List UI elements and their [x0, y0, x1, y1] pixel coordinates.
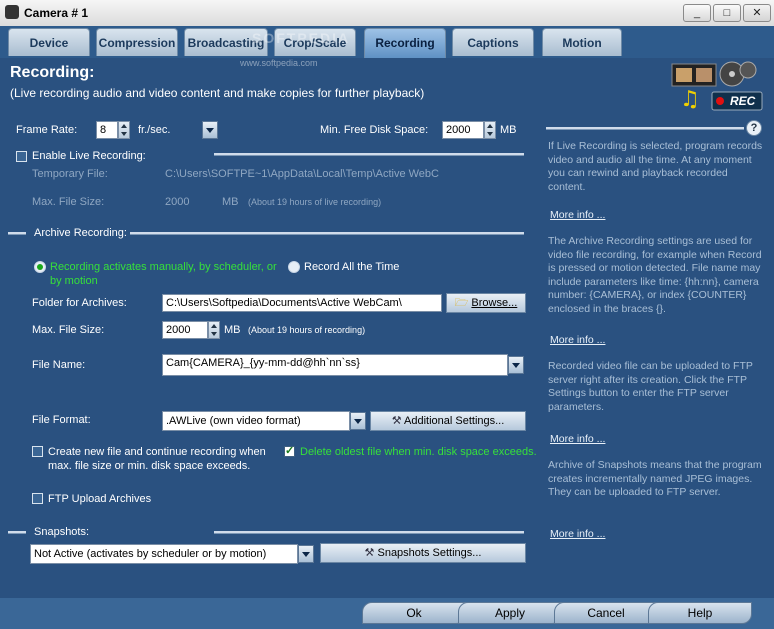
help-text-ftp: Recorded video file can be uploaded to F… — [548, 360, 753, 413]
temp-file-input[interactable]: C:\Users\SOFTPE~1\AppData\Local\Temp\Act… — [162, 166, 452, 184]
frame-rate-dropdown[interactable] — [202, 121, 218, 139]
file-format-dropdown[interactable] — [350, 412, 366, 430]
radio-record-all-label: Record All the Time — [304, 261, 400, 273]
disk-space-spinner[interactable] — [484, 121, 496, 139]
apply-button[interactable]: Apply — [458, 602, 562, 624]
watermark-url: www.softpedia.com — [240, 58, 318, 68]
radio-record-all[interactable] — [288, 261, 300, 273]
archive-max-size-spinner[interactable] — [208, 321, 220, 339]
close-button[interactable]: ✕ — [743, 4, 771, 22]
folder-label: Folder for Archives: — [32, 297, 127, 309]
tab-compression[interactable]: Compression — [96, 28, 178, 56]
live-max-size-label: Max. File Size: — [32, 196, 105, 208]
ftp-upload-checkbox[interactable] — [32, 493, 43, 504]
page-title: Recording: — [10, 64, 95, 81]
tab-device[interactable]: Device — [8, 28, 90, 56]
enable-live-checkbox[interactable] — [16, 151, 27, 162]
additional-settings-label: Additional Settings... — [404, 415, 505, 427]
tab-motion[interactable]: Motion — [542, 28, 622, 56]
button-bar: Ok Apply Cancel Help — [0, 598, 774, 629]
more-info-link-ftp[interactable]: More info ... — [550, 433, 605, 445]
radio-manual-label: Recording activates manually, by schedul… — [50, 261, 277, 273]
live-divider — [214, 153, 524, 156]
radio-manual-recording[interactable] — [34, 261, 46, 273]
temp-file-label: Temporary File: — [32, 168, 108, 180]
additional-settings-button[interactable]: ⚒ Additional Settings... — [370, 411, 526, 431]
help-text-snapshots: Archive of Snapshots means that the prog… — [548, 459, 762, 498]
browse-button[interactable]: 🗁 Browse... — [446, 293, 526, 313]
svg-text:♫: ♫ — [680, 87, 700, 112]
delete-oldest-checkbox[interactable] — [284, 444, 295, 457]
filename-dropdown[interactable] — [508, 356, 524, 374]
frame-rate-label: Frame Rate: — [16, 124, 78, 136]
recording-logo: ♫ REC — [670, 58, 764, 114]
disk-space-label: Min. Free Disk Space: — [320, 124, 429, 136]
minimize-button[interactable]: _ — [683, 4, 711, 22]
live-max-size-input[interactable]: 2000 — [162, 194, 202, 212]
tools-icon: ⚒ — [364, 547, 375, 559]
more-info-link-snapshots[interactable]: More info ... — [550, 528, 605, 540]
frame-rate-input[interactable]: 8 — [96, 121, 118, 139]
live-max-size-unit: MB — [222, 196, 239, 208]
folder-input[interactable]: C:\Users\Softpedia\Documents\Active WebC… — [162, 294, 442, 312]
snapshots-settings-button[interactable]: ⚒ Snapshots Settings... — [320, 543, 526, 563]
ok-button[interactable]: Ok — [362, 602, 466, 624]
live-max-size-note: (About 19 hours of live recording) — [248, 197, 382, 207]
archive-section-label: Archive Recording: — [34, 227, 127, 239]
tab-captions[interactable]: Captions — [452, 28, 534, 56]
more-info-link-archive[interactable]: More info ... — [550, 334, 605, 346]
archive-max-size-input[interactable]: 2000 — [162, 321, 208, 339]
create-new-file-checkbox[interactable] — [32, 446, 43, 457]
snapshots-settings-label: Snapshots Settings... — [377, 547, 482, 559]
camera-app-icon — [5, 5, 19, 19]
cancel-button[interactable]: Cancel — [554, 602, 658, 624]
snapshots-mode-select[interactable]: Not Active (activates by scheduler or by… — [30, 544, 298, 564]
delete-oldest-label: Delete oldest file when min. disk space … — [300, 446, 537, 458]
archive-max-size-note: (About 19 hours of recording) — [248, 325, 366, 335]
folder-icon: 🗁 — [454, 297, 469, 309]
file-format-label: File Format: — [32, 414, 91, 426]
disk-space-unit: MB — [500, 124, 517, 136]
watermark-text: SOFTPEDIA — [252, 30, 351, 46]
page-subtitle: (Live recording audio and video content … — [10, 86, 425, 100]
window-title: Camera # 1 — [24, 6, 89, 20]
help-panel: If Live Recording is selected, program r… — [542, 118, 768, 552]
snapshots-divider-left — [8, 531, 26, 534]
filename-label: File Name: — [32, 359, 86, 371]
frame-rate-unit: fr./sec. — [138, 124, 171, 136]
archive-divider-left — [8, 232, 26, 235]
create-new-file-label-2: max. file size or min. disk space exceed… — [48, 460, 251, 472]
archive-divider — [130, 232, 524, 235]
create-new-file-label: Create new file and continue recording w… — [48, 446, 266, 458]
archive-max-size-label: Max. File Size: — [32, 324, 105, 336]
tools-icon: ⚒ — [391, 415, 402, 427]
snapshots-section-label: Snapshots: — [34, 526, 90, 538]
filename-input[interactable]: Cam{CAMERA}_{yy-mm-dd@hh`nn`ss} — [162, 354, 508, 376]
frame-rate-spinner[interactable] — [118, 121, 130, 139]
snapshots-mode-dropdown[interactable] — [298, 545, 314, 563]
browse-button-label: Browse... — [471, 297, 518, 309]
tab-recording[interactable]: Recording — [364, 28, 446, 58]
radio-manual-label-2: by motion — [50, 275, 98, 287]
help-text-archive: The Archive Recording settings are used … — [548, 235, 762, 315]
rec-label: REC — [730, 94, 756, 108]
help-button[interactable]: Help — [648, 602, 752, 624]
file-format-select[interactable]: .AWLive (own video format) — [162, 411, 350, 431]
ftp-upload-label: FTP Upload Archives — [48, 493, 152, 505]
maximize-button[interactable]: □ — [713, 4, 741, 22]
enable-live-label: Enable Live Recording: — [32, 150, 146, 162]
tab-bar: Device Compression Broadcasting Crop/Sca… — [0, 26, 774, 58]
disk-space-input[interactable]: 2000 — [442, 121, 484, 139]
more-info-link-live[interactable]: More info ... — [550, 209, 605, 221]
help-text-live: If Live Recording is selected, program r… — [548, 140, 763, 193]
title-bar: Camera # 1 _ □ ✕ — [0, 0, 774, 27]
snapshots-divider — [214, 531, 524, 534]
archive-max-size-unit: MB — [224, 324, 241, 336]
